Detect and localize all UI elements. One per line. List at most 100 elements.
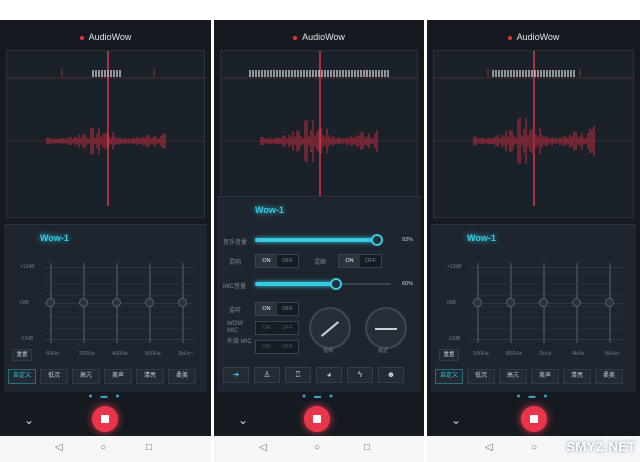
mic-volume-track — [335, 283, 391, 285]
eq-grid-line — [471, 267, 622, 268]
preset-button[interactable]: 美声 — [531, 369, 559, 384]
recent-apps-icon[interactable]: □ — [146, 442, 152, 453]
app-title: AudioWow — [427, 32, 640, 42]
eq-grid-line — [471, 328, 622, 329]
preset-button[interactable]: 自定义 — [435, 369, 463, 384]
eq-frequency-label: 60Hz — [46, 351, 59, 357]
wow-mic-toggle[interactable]: ON OFF — [255, 321, 299, 335]
preset-button[interactable]: 清亮 — [563, 369, 591, 384]
mic-volume-handle[interactable] — [330, 278, 342, 290]
eq-slider-handle[interactable] — [145, 298, 154, 307]
preset-button[interactable]: 清亮 — [136, 369, 164, 384]
home-icon[interactable]: ○ — [314, 442, 320, 453]
back-icon[interactable]: ◁ — [55, 442, 63, 453]
page-indicator[interactable]: ● ▬ ● — [427, 393, 640, 400]
eq-slider-handle[interactable] — [46, 298, 55, 307]
reverb-label: 混响 — [229, 260, 242, 266]
page-indicator[interactable]: ● ▬ ● — [0, 393, 211, 400]
external-mic-toggle[interactable]: ON OFF — [255, 340, 299, 354]
arrow-right-icon[interactable]: ➜ — [223, 367, 249, 383]
record-stop-button[interactable] — [521, 406, 547, 432]
mixdown-toggle[interactable]: ON OFF — [338, 254, 382, 268]
eq-slider-handle[interactable] — [506, 298, 515, 307]
eq-slider-handle[interactable] — [605, 298, 614, 307]
preset-button[interactable]: 低沉 — [40, 369, 68, 384]
eq-frequency-label: 800Hz — [145, 351, 161, 357]
eq-db-label: 0dB — [20, 300, 29, 306]
effect-icon-row: ➜ ♙ ♖ ◕ ϟ ☻ — [223, 367, 404, 383]
music-volume-value: 93% — [402, 237, 414, 243]
chevron-down-icon[interactable]: ⌄ — [24, 413, 34, 427]
watermark: SMYZ.NET — [566, 439, 636, 454]
eq-slider-handle[interactable] — [572, 298, 581, 307]
record-indicator-icon — [79, 35, 84, 40]
eq-slider-handle[interactable] — [112, 298, 121, 307]
recent-apps-icon[interactable]: □ — [364, 442, 370, 453]
preset-button[interactable]: 高亢 — [499, 369, 527, 384]
waveform-display — [6, 50, 206, 218]
mixer-panel: Wow-1 音乐音量 93% 混响 ON OFF 混缩 ON OFF MIC音量 6… — [217, 196, 421, 392]
eq-grid-line — [44, 267, 193, 268]
chevron-down-icon[interactable]: ⌄ — [451, 413, 461, 427]
reverb-dial-label: 混响 — [323, 348, 334, 354]
lightning-icon[interactable]: ϟ — [347, 367, 373, 383]
preset-button[interactable]: 柔美 — [595, 369, 623, 384]
preset-button[interactable]: 柔美 — [168, 369, 196, 384]
eq-frequency-label: 200Hz — [473, 351, 489, 357]
eq-slider-handle[interactable] — [178, 298, 187, 307]
eq-frequency-label: 800Hz — [506, 351, 522, 357]
reverb-dial[interactable] — [309, 307, 351, 349]
reverb-toggle[interactable]: ON OFF — [255, 254, 299, 268]
preset-button[interactable]: 高亢 — [72, 369, 100, 384]
screen-eq-2: AudioWow Wow-1 +12dB 0dB -12dB 200Hz 800Hz 2k… — [427, 20, 640, 462]
home-icon[interactable]: ○ — [531, 442, 537, 453]
eq-frequency-label: 8kHz~ — [605, 351, 621, 357]
android-nav-bar: ◁ ○ □ — [214, 436, 424, 462]
eq-db-label: +12dB — [20, 264, 35, 270]
waveform-display — [220, 50, 419, 218]
page-indicator[interactable]: ● ▬ ● — [214, 393, 424, 400]
eq-grid-line — [471, 306, 622, 307]
music-volume-handle[interactable] — [371, 234, 383, 246]
eq-db-label: +12dB — [447, 264, 462, 270]
monitor-toggle[interactable]: ON OFF — [255, 302, 299, 316]
preset-name: Wow-1 — [255, 205, 284, 215]
eq-slider-handle[interactable] — [79, 298, 88, 307]
eq-grid-line — [44, 284, 193, 285]
delay-dial-label: 延迟 — [378, 348, 389, 354]
eq-grid-line — [471, 339, 622, 340]
eq-frequency-label: 2kHz~ — [178, 351, 194, 357]
reset-button[interactable]: 重置 — [439, 349, 459, 361]
preset-button[interactable]: 美声 — [104, 369, 132, 384]
record-stop-button[interactable] — [92, 406, 118, 432]
equalizer-panel: Wow-1 +12dB 0dB -12dB 60Hz 200Hz 400Hz 800Hz 2k… — [4, 224, 207, 392]
eq-db-label: -12dB — [20, 336, 34, 342]
person-icon[interactable]: ♙ — [254, 367, 280, 383]
waveform-graphic — [434, 51, 635, 206]
chevron-down-icon[interactable]: ⌄ — [238, 413, 248, 427]
preset-button[interactable]: 自定义 — [8, 369, 36, 384]
eq-frequency-label: 200Hz — [79, 351, 95, 357]
person-alt-icon[interactable]: ♖ — [285, 367, 311, 383]
external-mic-label: 外接 MIC — [227, 339, 252, 345]
circle-icon[interactable]: ◕ — [316, 367, 342, 383]
home-icon[interactable]: ○ — [100, 442, 106, 453]
delay-dial[interactable] — [365, 307, 407, 349]
eq-grid-line — [471, 317, 622, 318]
face-icon[interactable]: ☻ — [378, 367, 404, 383]
preset-name: Wow-1 — [467, 233, 496, 243]
eq-slider-handle[interactable] — [539, 298, 548, 307]
eq-grid-line — [44, 295, 193, 296]
back-icon[interactable]: ◁ — [485, 442, 493, 453]
reset-button[interactable]: 重置 — [12, 349, 32, 361]
back-icon[interactable]: ◁ — [259, 442, 267, 453]
record-stop-button[interactable] — [304, 406, 330, 432]
music-volume-slider[interactable] — [255, 238, 377, 242]
eq-grid-line — [471, 284, 622, 285]
eq-grid-line — [471, 295, 622, 296]
mic-volume-slider[interactable] — [255, 282, 335, 286]
record-indicator-icon — [293, 35, 298, 40]
preset-button[interactable]: 低沉 — [467, 369, 495, 384]
waveform-display — [433, 50, 635, 218]
eq-slider-handle[interactable] — [473, 298, 482, 307]
